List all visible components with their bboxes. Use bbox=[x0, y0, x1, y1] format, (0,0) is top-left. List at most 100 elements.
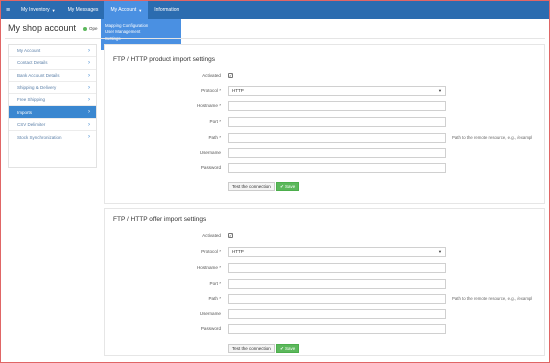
hostname-input[interactable] bbox=[228, 101, 446, 111]
sidebar-item-free-shipping[interactable]: Free Shipping › bbox=[9, 94, 96, 107]
offer-import-panel: FTP / HTTP offer import settings Activat… bbox=[104, 208, 545, 356]
sidebar-item-label: Shipping & Delivery bbox=[17, 85, 57, 91]
page-title: My shop account bbox=[8, 23, 77, 33]
password-row: Password bbox=[105, 324, 546, 334]
protocol-row: Protocol * HTTP ▼ bbox=[105, 247, 546, 257]
activated-label: Activated bbox=[202, 233, 221, 238]
test-connection-button[interactable]: Test the connection bbox=[228, 344, 275, 353]
sidebar-item-label: Imports bbox=[17, 109, 33, 115]
sidebar-item-label: Contact Details bbox=[17, 60, 48, 66]
username-label: Username bbox=[199, 150, 221, 155]
sidebar-item-shipping[interactable]: Shipping & Delivery › bbox=[9, 82, 96, 95]
nav-my-account[interactable]: My Account ▼ bbox=[104, 1, 149, 19]
chevron-right-icon: › bbox=[88, 84, 90, 91]
chevron-right-icon: › bbox=[88, 121, 90, 128]
product-import-panel: FTP / HTTP product import settings Activ… bbox=[104, 44, 545, 204]
hostname-label: Hostname * bbox=[196, 103, 221, 108]
port-row: Port * bbox=[105, 117, 546, 127]
password-label: Password bbox=[200, 165, 221, 170]
password-input[interactable] bbox=[228, 163, 446, 173]
activated-label: Activated bbox=[202, 73, 221, 78]
nav-my-messages[interactable]: My Messages bbox=[62, 1, 105, 19]
username-row: Username bbox=[105, 309, 546, 319]
hostname-input[interactable] bbox=[228, 263, 446, 273]
divider bbox=[5, 38, 545, 39]
chevron-right-icon: › bbox=[88, 97, 90, 104]
protocol-label: Protocol * bbox=[201, 249, 221, 254]
sidebar-item-label: CSV Delimiter bbox=[17, 121, 46, 127]
save-button[interactable]: ✔ Save bbox=[276, 344, 300, 353]
save-label: Save bbox=[285, 184, 296, 189]
protocol-value: HTTP bbox=[232, 88, 244, 93]
path-label: Path * bbox=[208, 296, 221, 301]
save-label: Save bbox=[285, 346, 296, 351]
sidebar-item-label: Free Shipping bbox=[17, 97, 46, 103]
protocol-label: Protocol * bbox=[201, 88, 221, 93]
chevron-right-icon: › bbox=[88, 134, 90, 141]
path-row: Path * Path to the remote resource, e.g.… bbox=[105, 294, 546, 304]
top-navbar: ≡ My Inventory ▼ My Messages My Account … bbox=[1, 1, 549, 19]
chevron-right-icon: › bbox=[88, 109, 90, 116]
sidebar-item-label: Stock Synchronization bbox=[17, 134, 62, 140]
sidebar-item-label: Bank Account Details bbox=[17, 72, 60, 78]
protocol-row: Protocol * HTTP ▼ bbox=[105, 86, 546, 96]
username-row: Username bbox=[105, 148, 546, 158]
protocol-select[interactable]: HTTP ▼ bbox=[228, 86, 446, 96]
path-label: Path * bbox=[208, 135, 221, 140]
status-dot-icon bbox=[83, 26, 87, 31]
username-input[interactable] bbox=[228, 309, 446, 319]
sidebar-item-label: My Account bbox=[17, 48, 41, 54]
hostname-label: Hostname * bbox=[196, 265, 221, 270]
sidebar: My Account › Contact Details › Bank Acco… bbox=[8, 44, 97, 168]
nav-label: Information bbox=[154, 7, 180, 13]
nav-my-inventory[interactable]: My Inventory ▼ bbox=[15, 1, 62, 19]
nav-label: My Messages bbox=[67, 7, 99, 13]
port-row: Port * bbox=[105, 279, 546, 289]
port-input[interactable] bbox=[228, 279, 446, 289]
password-input[interactable] bbox=[228, 324, 446, 334]
caret-down-icon: ▼ bbox=[51, 7, 56, 13]
activated-row: Activated ✓ bbox=[105, 231, 546, 241]
caret-down-icon: ▼ bbox=[438, 88, 442, 93]
port-label: Port * bbox=[209, 281, 222, 286]
username-input[interactable] bbox=[228, 148, 446, 158]
panel-title: FTP / HTTP offer import settings bbox=[113, 216, 207, 223]
hostname-row: Hostname * bbox=[105, 263, 546, 273]
sidebar-item-stock-sync[interactable]: Stock Synchronization › bbox=[9, 131, 96, 143]
activated-row: Activated ✓ bbox=[105, 71, 546, 81]
username-label: Username bbox=[199, 311, 221, 316]
status-badge: Ope bbox=[83, 26, 98, 31]
path-hint: Path to the remote resource, e.g., /exam… bbox=[452, 296, 533, 301]
hamburger-icon[interactable]: ≡ bbox=[1, 1, 15, 19]
chevron-right-icon: › bbox=[88, 48, 90, 54]
save-button[interactable]: ✔ Save bbox=[276, 182, 300, 191]
caret-down-icon: ▼ bbox=[438, 249, 442, 254]
port-label: Port * bbox=[209, 119, 222, 124]
protocol-value: HTTP bbox=[232, 249, 244, 254]
path-input[interactable] bbox=[228, 133, 446, 143]
protocol-select[interactable]: HTTP ▼ bbox=[228, 247, 446, 257]
sidebar-item-contact-details[interactable]: Contact Details › bbox=[9, 57, 96, 70]
status-text: Ope bbox=[89, 26, 98, 31]
activated-checkbox[interactable]: ✓ bbox=[228, 233, 233, 238]
hostname-row: Hostname * bbox=[105, 101, 546, 111]
chevron-right-icon: › bbox=[88, 60, 90, 67]
panel-title: FTP / HTTP product import settings bbox=[113, 56, 215, 63]
sidebar-item-bank-account[interactable]: Bank Account Details › bbox=[9, 70, 96, 82]
nav-label: My Account bbox=[110, 7, 137, 13]
sidebar-item-imports[interactable]: Imports › bbox=[9, 106, 96, 119]
nav-information[interactable]: Information bbox=[148, 1, 185, 19]
test-connection-button[interactable]: Test the connection bbox=[228, 182, 275, 191]
nav-label: My Inventory bbox=[21, 7, 50, 13]
path-hint: Path to the remote resource, e.g., /exam… bbox=[452, 135, 533, 140]
path-input[interactable] bbox=[228, 294, 446, 304]
activated-checkbox[interactable]: ✓ bbox=[228, 73, 233, 78]
port-input[interactable] bbox=[228, 117, 446, 127]
chevron-right-icon: › bbox=[88, 72, 90, 79]
sidebar-item-my-account[interactable]: My Account › bbox=[9, 45, 96, 58]
password-label: Password bbox=[200, 326, 221, 331]
caret-down-icon: ▼ bbox=[138, 7, 143, 13]
password-row: Password bbox=[105, 163, 546, 173]
path-row: Path * Path to the remote resource, e.g.… bbox=[105, 133, 546, 143]
sidebar-item-csv-delimiter[interactable]: CSV Delimiter › bbox=[9, 119, 96, 132]
